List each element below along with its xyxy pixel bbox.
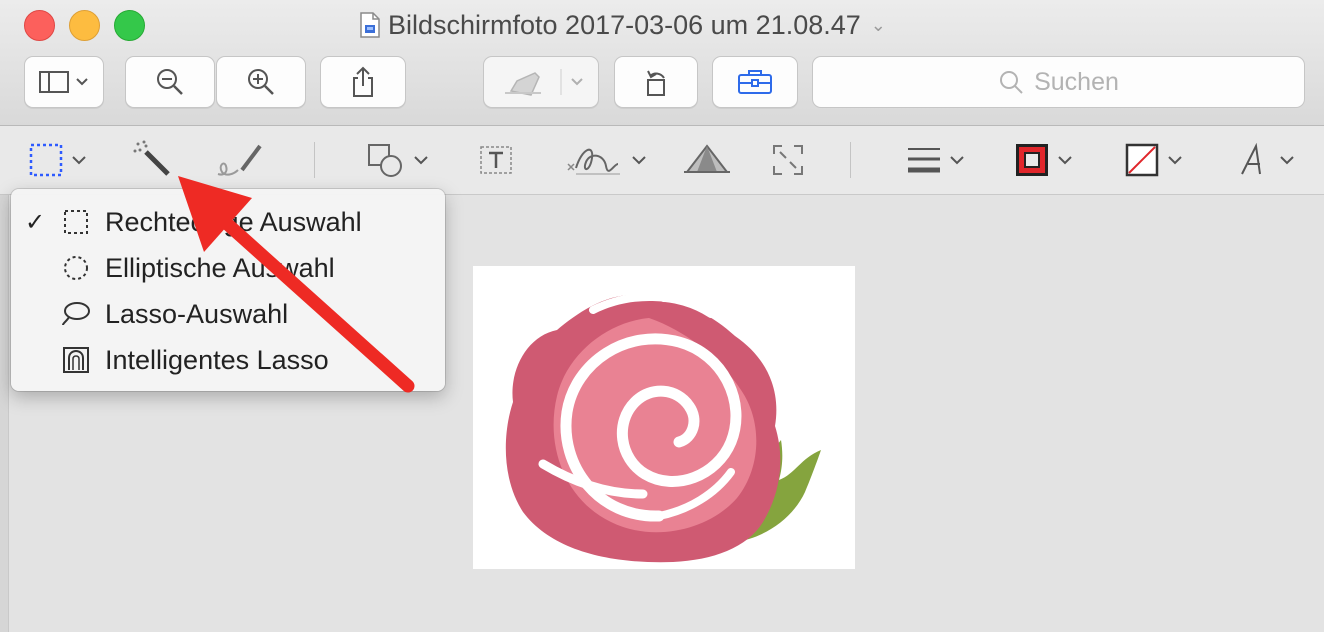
adjust-size-button[interactable] [770, 140, 806, 180]
line-style-button[interactable] [906, 140, 966, 180]
selection-tool-button[interactable] [28, 140, 88, 180]
rose-icon [505, 293, 821, 563]
window-title-text: Bildschirmfoto 2017-03-06 um 21.08.47 [388, 9, 861, 40]
zoom-in-button[interactable] [216, 56, 306, 108]
signature-button[interactable] [562, 140, 648, 180]
chevron-down-icon [1058, 156, 1072, 165]
chevron-down-icon [950, 156, 964, 165]
search-placeholder: Suchen [1034, 67, 1119, 96]
shapes-icon [368, 144, 402, 177]
zoom-window-button[interactable] [114, 10, 145, 41]
text-tool-button[interactable] [478, 140, 514, 180]
rotate-icon [647, 70, 665, 96]
share-button[interactable] [320, 56, 406, 108]
menu-item-label: Intelligentes Lasso [105, 344, 329, 375]
zoom-out-icon [157, 69, 183, 95]
menu-item-smart-lasso[interactable]: Intelligentes Lasso [11, 337, 445, 383]
instant-alpha-icon [133, 140, 170, 176]
document-icon [360, 12, 380, 38]
document-image[interactable] [473, 266, 855, 569]
search-icon [1000, 71, 1023, 94]
chevron-down-icon [72, 156, 86, 165]
markup-toolbox-button[interactable] [712, 56, 798, 108]
adjust-color-icon [684, 144, 730, 173]
instant-alpha-button[interactable] [132, 140, 174, 180]
zoom-out-button[interactable] [125, 56, 215, 108]
sketch-button[interactable] [214, 140, 266, 180]
sidebar-view-button[interactable] [24, 56, 104, 108]
shapes-button[interactable] [366, 140, 430, 180]
text-icon [480, 146, 512, 174]
toolbar-separator [314, 142, 315, 178]
sketch-icon [217, 144, 262, 176]
menu-item-ellipse-selection[interactable]: Elliptische Auswahl [11, 245, 445, 291]
lasso-icon [61, 299, 91, 329]
preview-window: Bildschirmfoto 2017-03-06 um 21.08.47 ⌄ [0, 0, 1324, 632]
selection-menu: ✓ Rechteckige Auswahl Elliptische Auswah… [11, 189, 445, 391]
smart-lasso-icon [61, 345, 91, 375]
share-icon [353, 66, 373, 97]
window-title[interactable]: Bildschirmfoto 2017-03-06 um 21.08.47 ⌄ [360, 8, 886, 42]
search-field[interactable]: Suchen [812, 56, 1305, 108]
minimize-window-button[interactable] [69, 10, 100, 41]
menu-item-label: Lasso-Auswahl [105, 298, 289, 329]
chevron-down-icon [1168, 156, 1182, 165]
adjust-size-icon [773, 145, 803, 175]
rotate-button[interactable] [614, 56, 698, 108]
fill-color-button[interactable] [1124, 140, 1184, 180]
text-style-icon [1241, 142, 1261, 175]
title-bar: Bildschirmfoto 2017-03-06 um 21.08.47 ⌄ [0, 0, 1324, 126]
rectangular-selection-icon [29, 143, 63, 177]
sidebar-icon [39, 71, 88, 93]
close-window-button[interactable] [24, 10, 55, 41]
border-color-icon [1016, 144, 1048, 176]
highlighter-icon [505, 69, 583, 96]
checkmark-icon: ✓ [25, 208, 46, 236]
menu-item-lasso-selection[interactable]: Lasso-Auswahl [11, 291, 445, 337]
highlight-button[interactable] [483, 56, 599, 108]
signature-icon [567, 148, 620, 175]
chevron-down-icon [414, 156, 428, 165]
toolbox-icon [738, 70, 772, 94]
toolbar-separator [850, 142, 851, 178]
zoom-in-icon [248, 69, 274, 95]
adjust-color-button[interactable] [682, 140, 732, 180]
chevron-down-icon [1280, 156, 1294, 165]
sidebar-edge [0, 195, 9, 632]
text-style-button[interactable] [1238, 140, 1296, 180]
chevron-down-icon [632, 156, 646, 165]
ellipse-selection-icon [61, 253, 91, 283]
markup-toolbar [0, 126, 1324, 195]
menu-item-label: Rechteckige Auswahl [105, 206, 362, 237]
fill-color-icon [1125, 143, 1159, 177]
line-style-icon [908, 148, 940, 173]
title-chevron-icon[interactable]: ⌄ [871, 15, 886, 36]
menu-item-label: Elliptische Auswahl [105, 252, 335, 283]
menu-item-rectangular-selection[interactable]: ✓ Rechteckige Auswahl [11, 199, 445, 245]
rectangle-selection-icon [61, 207, 91, 237]
border-color-button[interactable] [1014, 140, 1074, 180]
